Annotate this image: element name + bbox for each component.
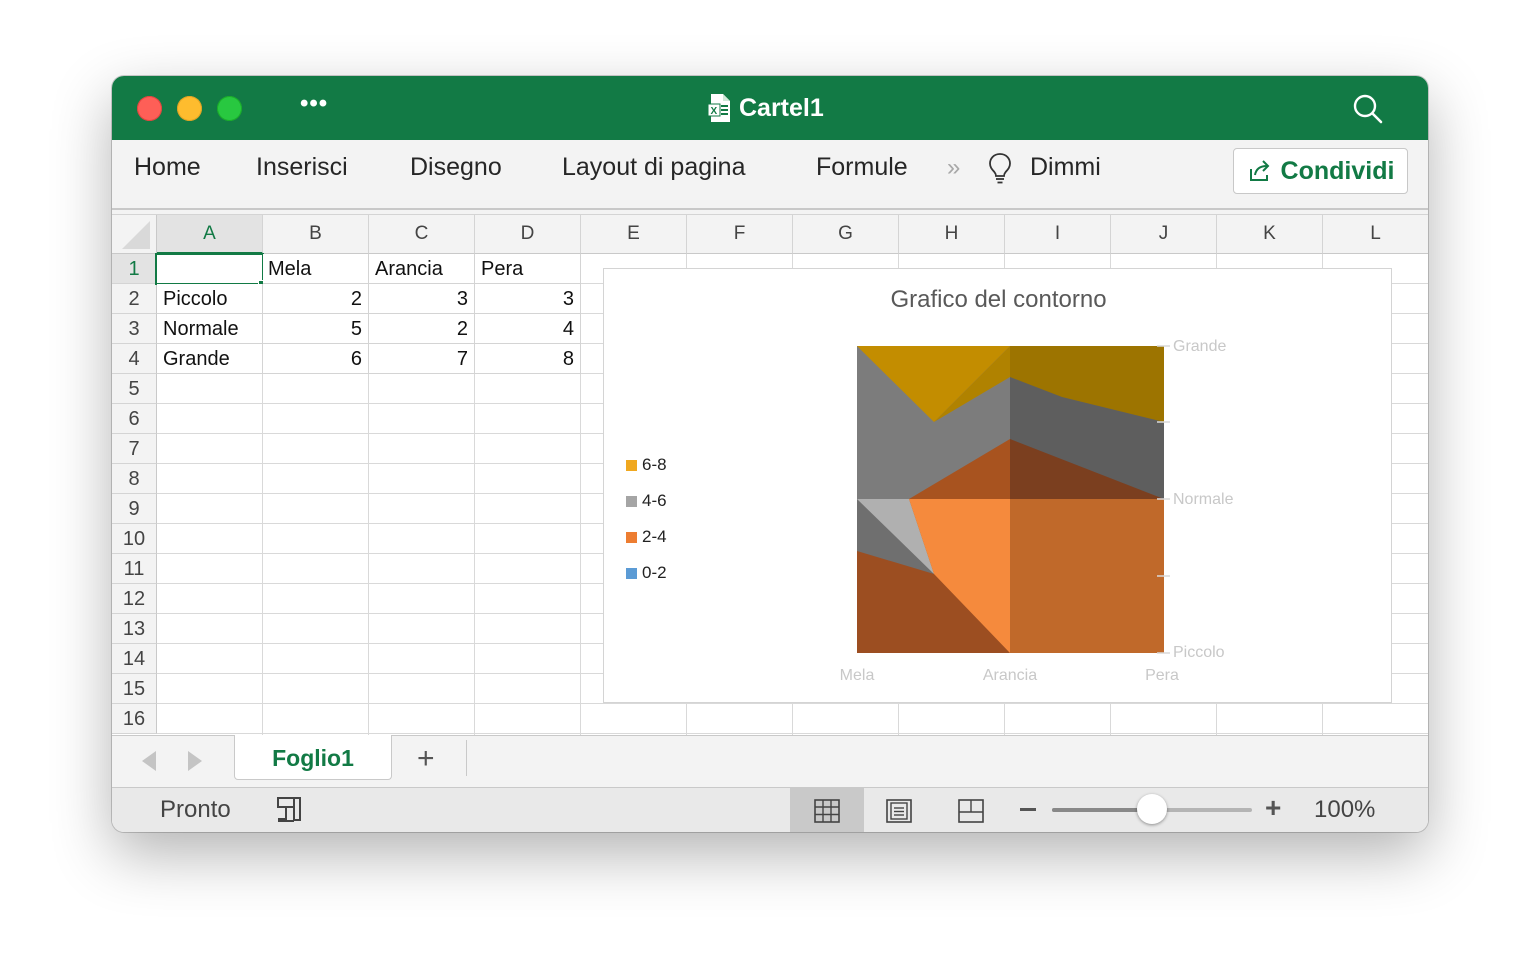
- page-layout-icon: [886, 798, 912, 823]
- lightbulb-icon: [989, 153, 1011, 184]
- row-header-1[interactable]: 1: [112, 254, 157, 284]
- cell-a2[interactable]: Piccolo: [157, 284, 263, 314]
- cell-d2[interactable]: 3: [475, 284, 581, 314]
- cell-b4[interactable]: 6: [263, 344, 369, 374]
- title-bar: ••• X Cartel1: [112, 76, 1428, 140]
- zoom-percentage[interactable]: 100%: [1314, 796, 1375, 824]
- share-label: Condividi: [1280, 156, 1395, 185]
- x-tick-label-arancia: Arancia: [982, 667, 1038, 684]
- x-tick-label-mela: Mela: [839, 667, 875, 684]
- normal-view-button[interactable]: [790, 788, 864, 832]
- sheet-tab-foglio1[interactable]: Foglio1: [234, 735, 392, 780]
- status-text: Pronto: [160, 796, 231, 823]
- svg-text:X: X: [711, 106, 718, 117]
- y-tick-label-piccolo: Piccolo: [1173, 644, 1225, 661]
- page-break-view-button[interactable]: [934, 788, 1008, 832]
- worksheet-grid[interactable]: A B C D E F G H I J K L 1 2 3 4 5 6 7 8 …: [112, 215, 1428, 735]
- row-header-13[interactable]: 13: [112, 614, 157, 644]
- column-header-d[interactable]: D: [475, 215, 581, 254]
- row-header-3[interactable]: 3: [112, 314, 157, 344]
- close-window-button[interactable]: [137, 96, 162, 121]
- tab-divider: [466, 740, 467, 776]
- cell-c2[interactable]: 3: [369, 284, 475, 314]
- y-tick-label-normale: Normale: [1173, 491, 1234, 508]
- window-title: X Cartel1: [708, 93, 824, 123]
- select-all-corner[interactable]: [112, 215, 157, 254]
- tab-home[interactable]: Home: [134, 153, 201, 182]
- tell-me-search[interactable]: Dimmi: [1030, 153, 1101, 182]
- next-sheet-icon[interactable]: [188, 751, 202, 771]
- tab-disegno[interactable]: Disegno: [410, 153, 502, 182]
- cell-a1[interactable]: [155, 253, 264, 285]
- row-header-12[interactable]: 12: [112, 584, 157, 614]
- x-tick-label-pera: Pera: [1145, 667, 1179, 684]
- cell-b1[interactable]: Mela: [263, 254, 369, 284]
- row-header-10[interactable]: 10: [112, 524, 157, 554]
- column-header-k[interactable]: K: [1217, 215, 1323, 254]
- cell-b3[interactable]: 5: [263, 314, 369, 344]
- cell-a4[interactable]: Grande: [157, 344, 263, 374]
- row-header-5[interactable]: 5: [112, 374, 157, 404]
- zoom-window-button[interactable]: [217, 96, 242, 121]
- more-tabs-chevron-icon[interactable]: »: [947, 154, 961, 182]
- previous-sheet-icon[interactable]: [142, 751, 156, 771]
- macro-record-icon[interactable]: [274, 795, 306, 825]
- row-header-11[interactable]: 11: [112, 554, 157, 584]
- normal-view-icon: [814, 798, 840, 823]
- tab-layout-di-pagina[interactable]: Layout di pagina: [562, 153, 745, 182]
- contour-regions: [857, 346, 1164, 653]
- contour-plot: [857, 345, 1170, 654]
- cell-a3[interactable]: Normale: [157, 314, 263, 344]
- status-bar: Pronto + 100%: [112, 787, 1428, 832]
- tab-inserisci[interactable]: Inserisci: [256, 153, 348, 182]
- column-header-a[interactable]: A: [157, 215, 263, 254]
- row-header-9[interactable]: 9: [112, 494, 157, 524]
- more-options-icon[interactable]: •••: [300, 90, 328, 118]
- column-header-c[interactable]: C: [369, 215, 475, 254]
- zoom-slider[interactable]: [1052, 794, 1252, 824]
- zoom-out-button[interactable]: [1020, 808, 1036, 811]
- column-header-f[interactable]: F: [687, 215, 793, 254]
- row-header-15[interactable]: 15: [112, 674, 157, 704]
- ribbon-tabs: Home Inserisci Disegno Layout di pagina …: [112, 140, 1428, 210]
- column-header-b[interactable]: B: [263, 215, 369, 254]
- zoom-in-button[interactable]: +: [1265, 792, 1281, 824]
- share-icon: [1249, 160, 1269, 181]
- tab-formule[interactable]: Formule: [816, 153, 908, 182]
- cell-c4[interactable]: 7: [369, 344, 475, 374]
- zoom-slider-thumb[interactable]: [1137, 794, 1167, 824]
- row-header-2[interactable]: 2: [112, 284, 157, 314]
- y-tick-label-grande: Grande: [1173, 338, 1227, 355]
- column-header-h[interactable]: H: [899, 215, 1005, 254]
- share-button[interactable]: Condividi: [1233, 148, 1408, 194]
- column-header-j[interactable]: J: [1111, 215, 1217, 254]
- page-break-icon: [958, 798, 984, 823]
- row-header-7[interactable]: 7: [112, 434, 157, 464]
- sheet-tabs-bar: Foglio1 +: [112, 735, 1428, 788]
- contour-chart[interactable]: Grafico del contorno 6-8 4-6 2-4 0-2 Gra…: [603, 268, 1392, 703]
- cell-d1[interactable]: Pera: [475, 254, 581, 284]
- column-header-g[interactable]: G: [793, 215, 899, 254]
- row-header-4[interactable]: 4: [112, 344, 157, 374]
- column-header-l[interactable]: L: [1323, 215, 1428, 254]
- row-header-8[interactable]: 8: [112, 464, 157, 494]
- excel-file-icon: X: [708, 94, 730, 122]
- row-header-6[interactable]: 6: [112, 404, 157, 434]
- add-sheet-button[interactable]: +: [417, 742, 435, 776]
- cell-b2[interactable]: 2: [263, 284, 369, 314]
- row-header-14[interactable]: 14: [112, 644, 157, 674]
- document-title: Cartel1: [739, 93, 824, 122]
- row-header-16[interactable]: 16: [112, 704, 157, 734]
- excel-window: ••• X Cartel1 Home Inserisci Disegno Lay…: [112, 76, 1428, 832]
- minimize-window-button[interactable]: [177, 96, 202, 121]
- column-header-e[interactable]: E: [581, 215, 687, 254]
- page-layout-view-button[interactable]: [862, 788, 936, 832]
- search-icon[interactable]: [1352, 93, 1384, 125]
- column-header-i[interactable]: I: [1005, 215, 1111, 254]
- cell-d4[interactable]: 8: [475, 344, 581, 374]
- cell-c1[interactable]: Arancia: [369, 254, 475, 284]
- cell-c3[interactable]: 2: [369, 314, 475, 344]
- cell-d3[interactable]: 4: [475, 314, 581, 344]
